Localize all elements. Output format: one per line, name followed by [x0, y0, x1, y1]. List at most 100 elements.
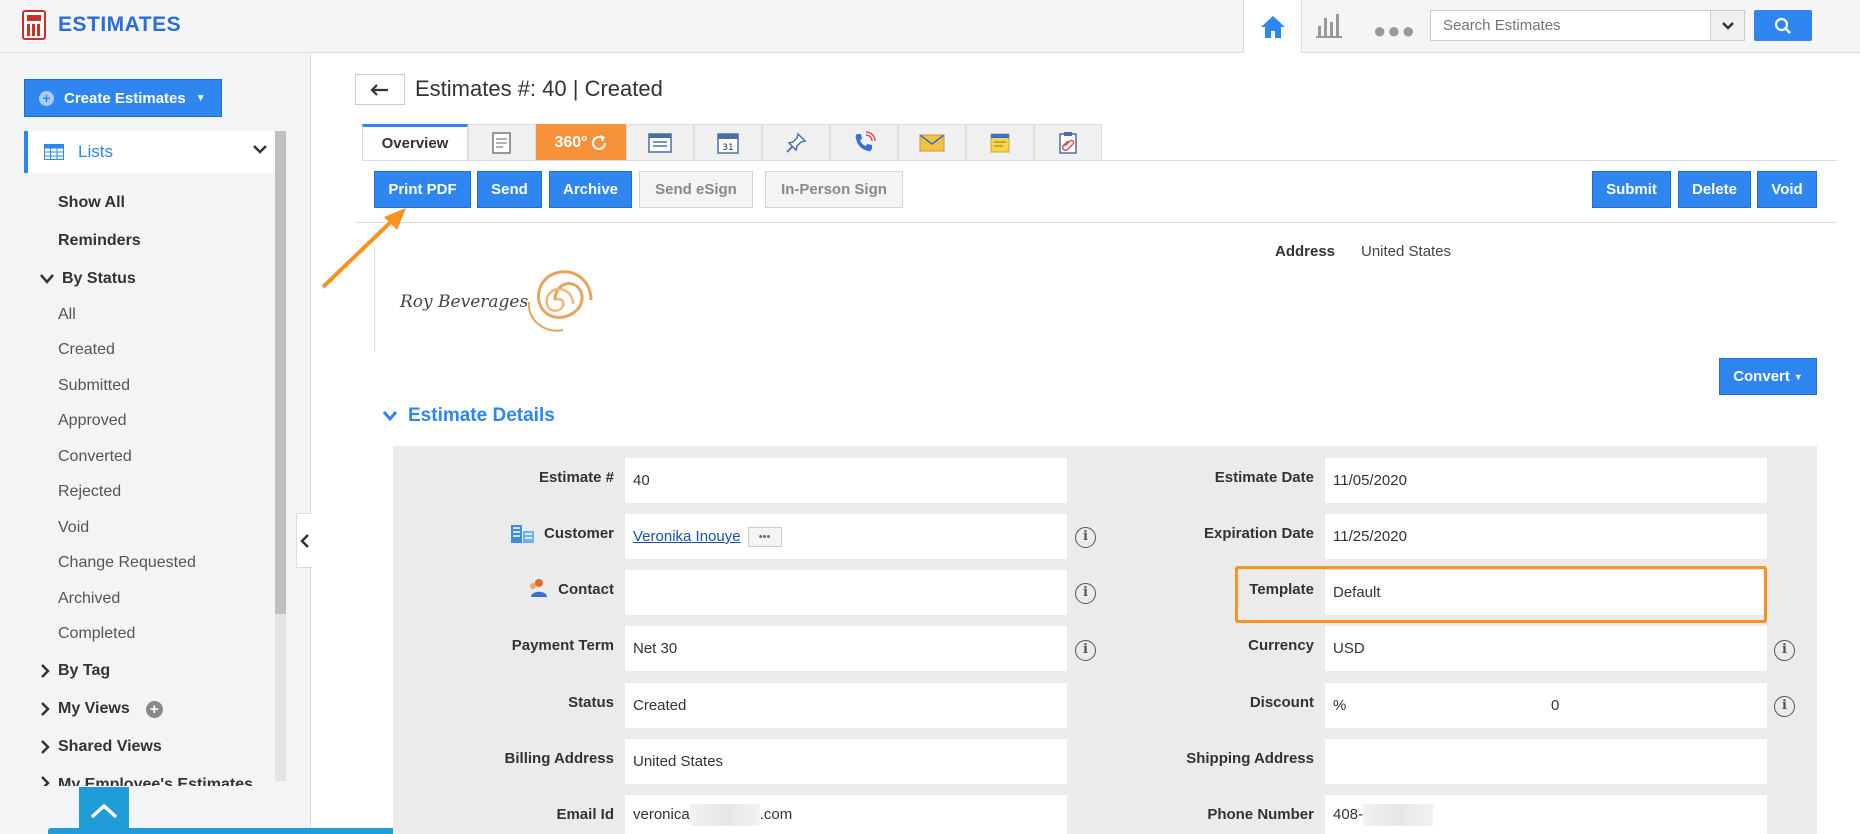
convert-label: Convert [1733, 368, 1790, 385]
phone-label: Phone Number [1207, 806, 1314, 823]
submit-button[interactable]: Submit [1592, 171, 1671, 208]
tab-calendar[interactable]: 31 [694, 124, 762, 160]
top-bar: ESTIMATES ●●● [0, 0, 1860, 53]
sidebar-item-show-all[interactable]: Show All [58, 194, 125, 212]
envelope-icon [919, 133, 945, 151]
tab-360[interactable]: 360° [536, 124, 626, 160]
info-icon[interactable]: i [1774, 640, 1795, 661]
send-esign-button[interactable]: Send eSign [639, 171, 753, 208]
refresh-icon [591, 134, 606, 150]
sidebar-item-reminders[interactable]: Reminders [58, 232, 141, 250]
info-icon[interactable]: i [1774, 696, 1795, 717]
discount-value: 0 [1551, 697, 1560, 714]
tab-360-label: 360° [554, 133, 588, 151]
lists-label: Lists [78, 142, 113, 161]
chevron-left-icon [299, 533, 309, 548]
chevron-right-icon [41, 776, 50, 786]
sidebar-group-shared-views[interactable]: Shared Views [40, 738, 162, 756]
tab-overview[interactable]: Overview [362, 124, 468, 160]
discount-field: % 0 [1325, 683, 1767, 728]
create-estimates-button[interactable]: + Create Estimates ▼ [24, 79, 222, 117]
calculator-icon [22, 10, 46, 40]
scroll-to-top-button[interactable] [79, 787, 129, 834]
search-button[interactable] [1754, 10, 1812, 41]
tab-pin[interactable] [762, 124, 830, 160]
estimate-number-label: Estimate # [538, 469, 614, 486]
back-arrow-icon [370, 83, 388, 96]
lists-header[interactable]: Lists [24, 131, 276, 173]
customer-label: Customer [543, 525, 614, 542]
contact-value [625, 570, 1067, 615]
send-button[interactable]: Send [477, 171, 542, 208]
currency-label: Currency [1248, 637, 1314, 654]
tab-sticky-notes[interactable] [966, 124, 1034, 160]
caret-down-icon: ▼ [1793, 371, 1803, 382]
back-button[interactable] [355, 74, 405, 105]
reports-button[interactable] [1316, 12, 1342, 43]
estimate-details-header[interactable]: Estimate Details [382, 405, 555, 427]
svg-text:31: 31 [722, 143, 733, 153]
pin-icon [786, 132, 807, 153]
shipping-address-label: Shipping Address [1186, 750, 1314, 767]
customer-link[interactable]: Veronika Inouye [633, 528, 741, 545]
add-view-icon[interactable]: + [145, 700, 163, 718]
scrollbar-thumb[interactable] [275, 131, 286, 614]
swirl-logo-icon [527, 270, 593, 332]
template-highlight-box [1235, 566, 1767, 623]
bottom-bar [48, 828, 412, 834]
search-icon [1774, 17, 1791, 34]
customer-more-button[interactable]: ••• [747, 526, 782, 547]
sidebar-item-status-archived[interactable]: Archived [58, 590, 120, 608]
info-icon[interactable]: i [1075, 527, 1096, 548]
chevron-down-icon [40, 274, 54, 284]
bar-chart-icon [1316, 14, 1342, 38]
search-input[interactable] [1431, 11, 1710, 40]
tab-notes[interactable] [468, 124, 536, 160]
sidebar-group-by-tag[interactable]: By Tag [40, 662, 110, 680]
my-views-label: My Views [58, 700, 130, 717]
sidebar-item-status-change-requested[interactable]: Change Requested [58, 554, 196, 572]
sidebar-group-my-employees[interactable]: My Employee's Estimates [40, 776, 253, 786]
sidebar-item-status-submitted[interactable]: Submitted [58, 377, 130, 395]
app-brand[interactable]: ESTIMATES [22, 10, 181, 40]
in-person-sign-button[interactable]: In-Person Sign [765, 171, 903, 208]
search-dropdown-button[interactable] [1710, 11, 1744, 40]
discount-label: Discount [1249, 694, 1314, 711]
payment-term-value: Net 30 [625, 626, 1067, 671]
calendar-icon: 31 [717, 132, 739, 154]
void-button[interactable]: Void [1757, 171, 1817, 208]
sidebar-group-my-views[interactable]: My Views + [40, 700, 163, 718]
sidebar-item-status-all[interactable]: All [58, 306, 76, 324]
tab-calls[interactable] [830, 124, 898, 160]
app-title: ESTIMATES [58, 13, 182, 36]
collapse-sidebar-button[interactable] [296, 513, 312, 568]
archive-button[interactable]: Archive [549, 171, 632, 208]
tab-attachments[interactable] [1034, 124, 1102, 160]
redacted-block [689, 803, 760, 826]
delete-button[interactable]: Delete [1678, 171, 1751, 208]
sidebar-item-status-rejected[interactable]: Rejected [58, 483, 121, 501]
print-pdf-button[interactable]: Print PDF [374, 171, 471, 208]
address-value: United States [1361, 243, 1452, 260]
sidebar: + Create Estimates ▼ Lists Show All Remi… [0, 53, 312, 834]
sidebar-item-status-approved[interactable]: Approved [58, 412, 127, 430]
sidebar-item-status-void[interactable]: Void [58, 519, 89, 537]
tab-email[interactable] [898, 124, 966, 160]
sidebar-item-status-completed[interactable]: Completed [58, 625, 135, 643]
tab-details[interactable] [626, 124, 694, 160]
phone-call-icon [855, 130, 876, 151]
sidebar-item-status-created[interactable]: Created [58, 341, 115, 359]
info-icon[interactable]: i [1075, 640, 1096, 661]
sidebar-scrollbar[interactable] [275, 131, 286, 781]
sidebar-group-by-status[interactable]: By Status [40, 270, 136, 288]
attachment-icon [1059, 131, 1077, 154]
sidebar-item-status-converted[interactable]: Converted [58, 448, 132, 466]
payment-term-label: Payment Term [511, 637, 614, 654]
home-button[interactable] [1243, 0, 1302, 53]
more-options-icon[interactable]: ●●● [1373, 18, 1416, 44]
status-label: Status [568, 694, 614, 711]
home-icon [1260, 15, 1285, 38]
by-tag-label: By Tag [58, 662, 111, 679]
convert-button[interactable]: Convert ▼ [1719, 358, 1817, 395]
info-icon[interactable]: i [1075, 583, 1096, 604]
